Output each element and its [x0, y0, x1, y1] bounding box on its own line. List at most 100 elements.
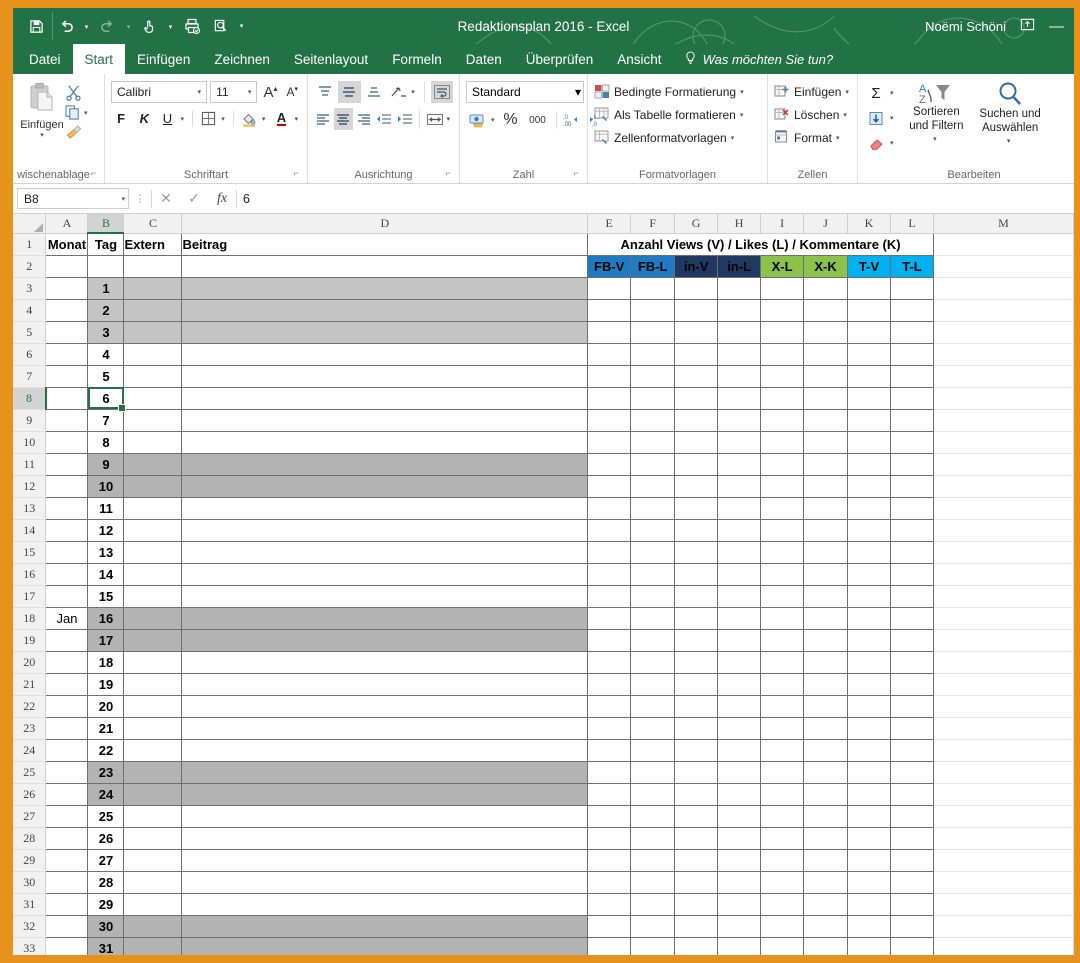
kpi-value-cell[interactable]	[847, 717, 891, 740]
kpi-value-cell[interactable]	[890, 827, 934, 850]
kpi-value-cell[interactable]	[890, 695, 934, 718]
beitrag-cell[interactable]	[181, 343, 589, 366]
kpi-value-cell[interactable]	[630, 739, 676, 762]
account-name[interactable]: Noëmi Schöni	[925, 19, 1006, 34]
kpi-value-cell[interactable]	[630, 409, 676, 432]
kpi-value-cell[interactable]	[803, 607, 849, 630]
tab-datei[interactable]: Datei	[17, 44, 73, 74]
day-cell[interactable]: 26	[87, 827, 125, 850]
alignment-dialog-launcher-icon[interactable]: ⌐	[446, 164, 451, 182]
empty-cell[interactable]	[933, 761, 1074, 784]
kpi-header-fb-v[interactable]: FB-V	[587, 255, 632, 278]
empty-cell[interactable]	[933, 563, 1074, 586]
kpi-value-cell[interactable]	[890, 783, 934, 806]
kpi-value-cell[interactable]	[717, 475, 762, 498]
kpi-value-cell[interactable]	[760, 651, 805, 674]
decrease-indent-icon[interactable]	[375, 108, 393, 130]
kpi-value-cell[interactable]	[587, 805, 632, 828]
kpi-value-cell[interactable]	[630, 277, 676, 300]
month-cell[interactable]	[45, 673, 89, 696]
extern-cell[interactable]	[123, 343, 183, 366]
delete-dropdown-icon[interactable]: ▾	[843, 111, 850, 119]
insert-function-icon[interactable]: fx	[208, 191, 236, 207]
format-painter-button[interactable]	[65, 124, 91, 139]
kpi-value-cell[interactable]	[674, 563, 719, 586]
increase-indent-icon[interactable]	[395, 108, 413, 130]
kpi-value-cell[interactable]	[630, 915, 676, 938]
month-cell[interactable]	[45, 519, 89, 542]
row-header-28[interactable]: 28	[13, 827, 47, 850]
kpi-value-cell[interactable]	[630, 849, 676, 872]
kpi-value-cell[interactable]	[674, 761, 719, 784]
name-box[interactable]: B8 ▾	[17, 188, 129, 209]
underline-button[interactable]: U	[157, 108, 177, 129]
kpi-value-cell[interactable]	[630, 695, 676, 718]
kpi-value-cell[interactable]	[674, 519, 719, 542]
month-cell[interactable]	[45, 629, 89, 652]
empty-cell[interactable]	[933, 673, 1074, 696]
header-cell-monat[interactable]: Monat	[45, 233, 89, 256]
beitrag-cell[interactable]	[181, 475, 589, 498]
extern-cell[interactable]	[123, 673, 183, 696]
kpi-value-cell[interactable]	[847, 739, 891, 762]
kpi-value-cell[interactable]	[890, 805, 934, 828]
wrap-text-icon[interactable]	[430, 81, 453, 103]
kpi-value-cell[interactable]	[847, 805, 891, 828]
month-cell[interactable]	[45, 783, 89, 806]
kpi-value-cell[interactable]	[717, 277, 762, 300]
row-header-18[interactable]: 18	[13, 607, 47, 630]
row-header-14[interactable]: 14	[13, 519, 47, 542]
increase-font-size-button[interactable]: A▴	[260, 84, 280, 101]
kpi-value-cell[interactable]	[803, 519, 849, 542]
kpi-value-cell[interactable]	[847, 387, 891, 410]
kpi-value-cell[interactable]	[760, 849, 805, 872]
font-name-dropdown-icon[interactable]: ▾	[195, 88, 205, 96]
month-cell[interactable]	[45, 365, 89, 388]
kpi-value-cell[interactable]	[803, 277, 849, 300]
day-cell[interactable]: 10	[87, 475, 125, 498]
extern-cell[interactable]	[123, 365, 183, 388]
row-header-2[interactable]: 2	[13, 255, 47, 278]
kpi-value-cell[interactable]	[587, 431, 632, 454]
kpi-value-cell[interactable]	[587, 915, 632, 938]
kpi-value-cell[interactable]	[674, 893, 719, 916]
kpi-value-cell[interactable]	[847, 519, 891, 542]
extern-cell[interactable]	[123, 695, 183, 718]
month-cell[interactable]	[45, 299, 89, 322]
empty-cell[interactable]	[933, 915, 1074, 938]
kpi-value-cell[interactable]	[630, 497, 676, 520]
kpi-value-cell[interactable]	[760, 497, 805, 520]
beitrag-cell[interactable]	[181, 717, 589, 740]
kpi-value-cell[interactable]	[630, 673, 676, 696]
empty-cell[interactable]	[933, 497, 1074, 520]
kpi-value-cell[interactable]	[717, 497, 762, 520]
font-size-dropdown-icon[interactable]: ▾	[245, 88, 255, 96]
kpi-value-cell[interactable]	[847, 915, 891, 938]
extern-cell[interactable]	[123, 475, 183, 498]
kpi-title-cell[interactable]: Anzahl Views (V) / Likes (L) / Kommentar…	[587, 233, 934, 256]
day-cell[interactable]: 17	[87, 629, 125, 652]
kpi-value-cell[interactable]	[890, 673, 934, 696]
kpi-value-cell[interactable]	[803, 805, 849, 828]
font-size-input[interactable]: 11 ▾	[210, 81, 258, 103]
kpi-value-cell[interactable]	[630, 321, 676, 344]
beitrag-cell[interactable]	[181, 761, 589, 784]
day-cell[interactable]: 21	[87, 717, 125, 740]
extern-cell[interactable]	[123, 893, 183, 916]
month-cell[interactable]	[45, 717, 89, 740]
row-header-3[interactable]: 3	[13, 277, 47, 300]
kpi-value-cell[interactable]	[760, 321, 805, 344]
kpi-value-cell[interactable]	[717, 519, 762, 542]
extern-cell[interactable]	[123, 277, 183, 300]
empty-cell[interactable]	[123, 255, 183, 278]
extern-cell[interactable]	[123, 805, 183, 828]
kpi-value-cell[interactable]	[630, 827, 676, 850]
underline-dropdown-icon[interactable]: ▾	[181, 115, 188, 123]
find-select-dropdown-icon[interactable]: ▾	[1007, 135, 1014, 149]
kpi-value-cell[interactable]	[587, 387, 632, 410]
kpi-value-cell[interactable]	[803, 343, 849, 366]
day-cell[interactable]: 4	[87, 343, 125, 366]
kpi-value-cell[interactable]	[890, 409, 934, 432]
kpi-value-cell[interactable]	[760, 277, 805, 300]
currency-dropdown-icon[interactable]: ▾	[491, 116, 498, 124]
